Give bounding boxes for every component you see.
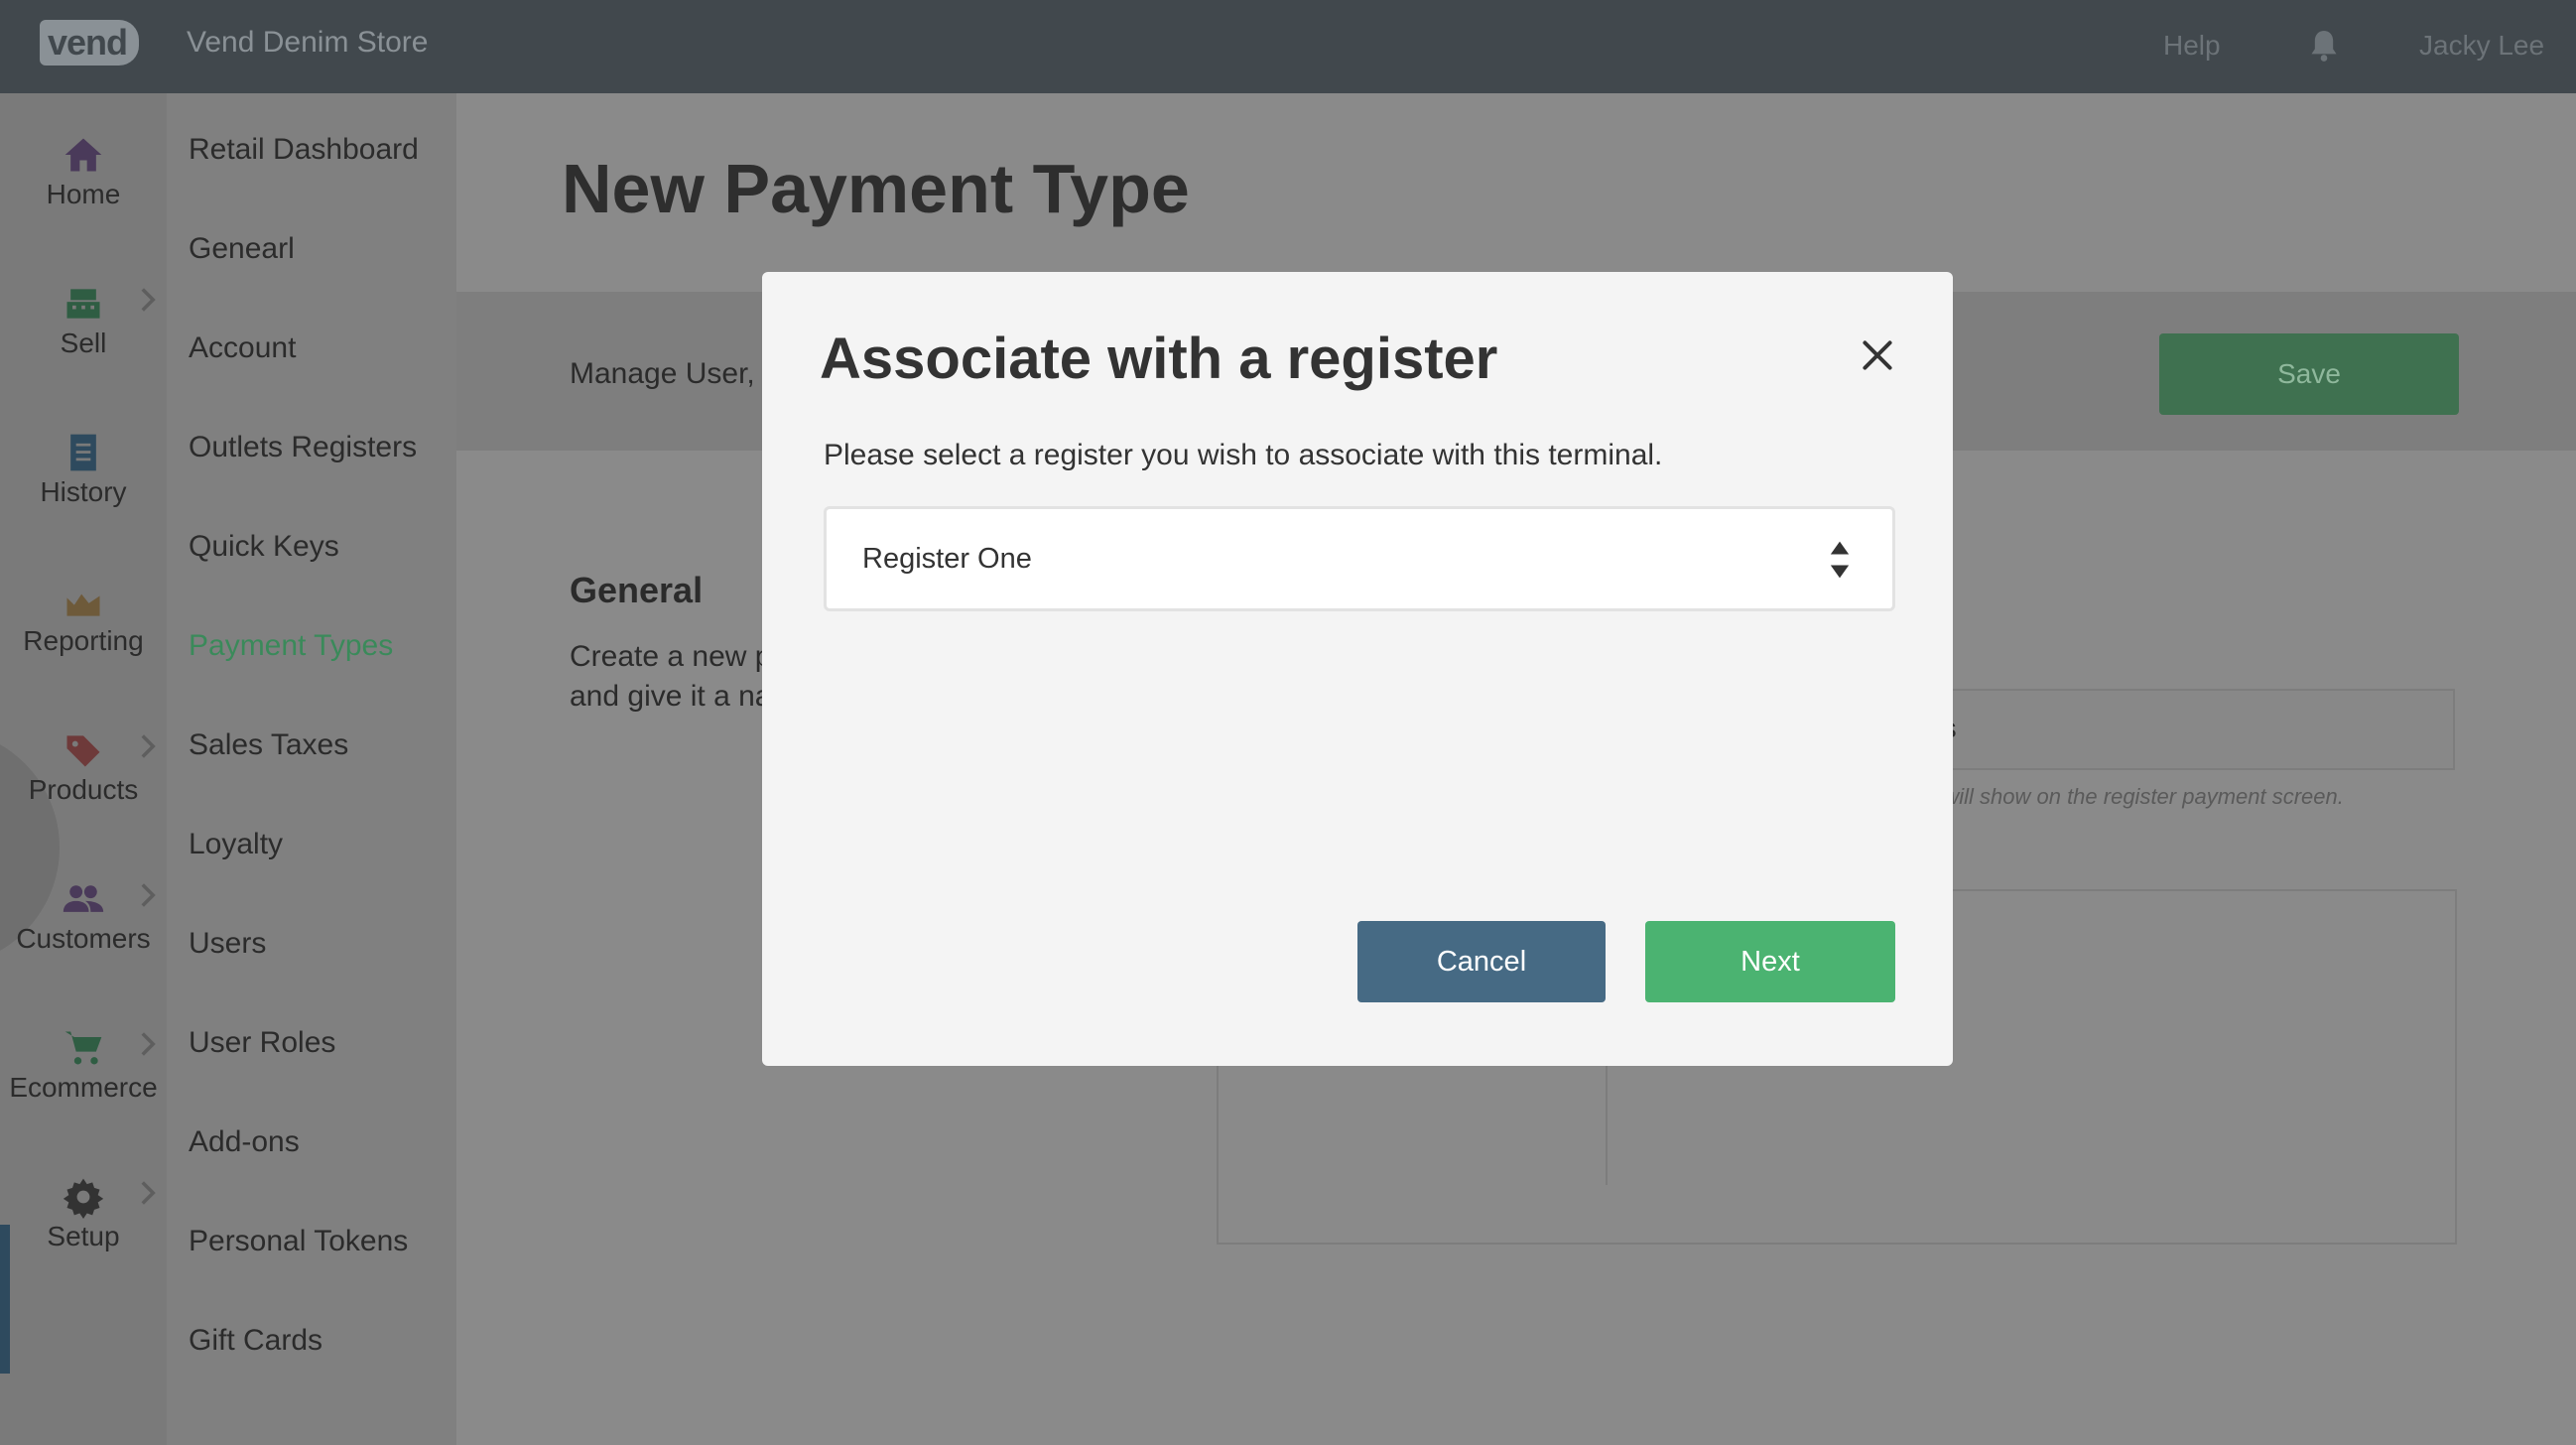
- cart-icon: [64, 1031, 102, 1065]
- chevron-right-icon: [141, 883, 156, 907]
- section-title: General: [570, 570, 704, 610]
- next-button[interactable]: Next: [1645, 921, 1895, 1002]
- nav-customers[interactable]: Customers: [0, 838, 167, 986]
- main-nav-rail: Home Sell History Reporting Products Cus…: [0, 93, 167, 1445]
- gear-icon: [63, 1178, 104, 1219]
- submenu-add-ons[interactable]: Add-ons: [189, 1125, 300, 1159]
- toolbar-description: Manage User, F: [570, 357, 782, 390]
- nav-sell-label: Sell: [60, 328, 107, 358]
- nav-products-label: Products: [28, 774, 139, 805]
- submenu-account[interactable]: Account: [189, 331, 296, 365]
- submenu-loyalty[interactable]: Loyalty: [189, 828, 283, 861]
- nav-ecommerce-label: Ecommerce: [9, 1072, 158, 1103]
- setup-submenu: Retail Dashboard Genearl Account Outlets…: [167, 93, 456, 1445]
- page-title: New Payment Type: [562, 150, 1190, 227]
- cancel-button[interactable]: Cancel: [1357, 921, 1606, 1002]
- history-icon: [70, 434, 96, 471]
- nav-setup-label: Setup: [47, 1221, 120, 1251]
- nav-history[interactable]: History: [0, 391, 167, 540]
- tag-icon: [66, 735, 100, 767]
- submenu-retail-dashboard[interactable]: Retail Dashboard: [189, 133, 419, 167]
- submenu-sales-taxes[interactable]: Sales Taxes: [189, 728, 348, 762]
- nav-home-label: Home: [46, 179, 121, 209]
- close-icon[interactable]: [1860, 337, 1895, 373]
- user-menu[interactable]: Jacky Lee: [2419, 30, 2544, 62]
- nav-setup[interactable]: Setup: [0, 1135, 167, 1284]
- submenu-quick-keys[interactable]: Quick Keys: [189, 530, 339, 564]
- submenu-personal-tokens[interactable]: Personal Tokens: [189, 1225, 408, 1258]
- nav-home[interactable]: Home: [0, 93, 167, 242]
- nav-reporting[interactable]: Reporting: [0, 540, 167, 689]
- submenu-user-roles[interactable]: User Roles: [189, 1026, 335, 1060]
- submenu-general[interactable]: Genearl: [189, 232, 295, 266]
- modal-title: Associate with a register: [820, 327, 1498, 391]
- nav-sell[interactable]: Sell: [0, 242, 167, 391]
- modal-description: Please select a register you wish to ass…: [824, 439, 1663, 471]
- nav-products[interactable]: Products: [0, 689, 167, 838]
- chevron-right-icon: [141, 734, 156, 758]
- submenu-payment-types[interactable]: Payment Types: [189, 629, 393, 663]
- home-icon: [64, 138, 102, 172]
- register-select[interactable]: Register One: [824, 506, 1895, 611]
- nav-history-label: History: [40, 476, 127, 507]
- register-select-value: Register One: [862, 543, 1032, 575]
- help-link[interactable]: Help: [2163, 30, 2221, 62]
- nav-customers-label: Customers: [16, 923, 151, 954]
- submenu-users[interactable]: Users: [189, 927, 266, 961]
- associate-register-modal: Associate with a register Please select …: [762, 272, 1953, 1066]
- submenu-outlets-registers[interactable]: Outlets Registers: [189, 431, 417, 464]
- chevron-right-icon: [141, 1181, 156, 1205]
- people-icon: [63, 885, 104, 912]
- submenu-gift-cards[interactable]: Gift Cards: [189, 1324, 322, 1358]
- store-name[interactable]: Vend Denim Store: [187, 26, 428, 60]
- save-button[interactable]: Save: [2159, 333, 2459, 415]
- name-input-hint: e will show on the register payment scre…: [1925, 784, 2344, 809]
- chevron-right-icon: [141, 288, 156, 312]
- bell-icon[interactable]: [2304, 26, 2344, 66]
- name-input[interactable]: os: [1925, 689, 2455, 770]
- chevron-right-icon: [141, 1032, 156, 1056]
- nav-ecommerce[interactable]: Ecommerce: [0, 986, 167, 1135]
- sort-arrows-icon: [1830, 541, 1850, 579]
- vend-logo[interactable]: vend: [40, 20, 139, 66]
- top-bar: vend Vend Denim Store Help Jacky Lee: [0, 0, 2576, 93]
- chart-icon: [66, 593, 100, 616]
- nav-reporting-label: Reporting: [23, 625, 144, 656]
- register-icon: [66, 289, 100, 319]
